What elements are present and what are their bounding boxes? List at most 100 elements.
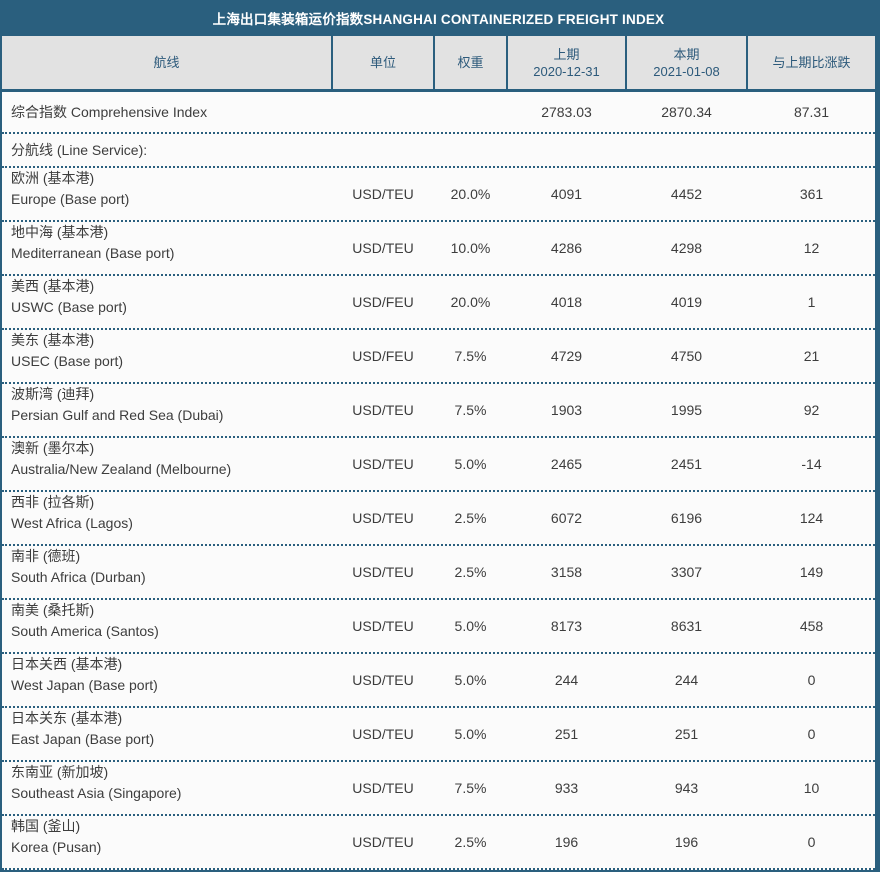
table-header-row: 航线 单位 权重 上期 2020-12-31 本期 2021-01-08 与上期…	[2, 36, 875, 92]
header-current-period: 本期 2021-01-08	[627, 36, 748, 89]
route-change-value: 10	[748, 762, 875, 814]
route-name-cn: 波斯湾 (迪拜)	[11, 384, 94, 405]
route-name-cell: 日本关西 (基本港) West Japan (Base port)	[2, 654, 333, 706]
route-current-value: 4750	[627, 330, 748, 382]
route-name-cn: 东南亚 (新加坡)	[11, 762, 108, 783]
route-change-value: 149	[748, 546, 875, 598]
route-name-cell: 波斯湾 (迪拜) Persian Gulf and Red Sea (Dubai…	[2, 384, 333, 436]
route-previous-value: 4286	[508, 222, 627, 274]
route-unit: USD/TEU	[333, 384, 435, 436]
route-current-value: 1995	[627, 384, 748, 436]
route-change-value: 0	[748, 654, 875, 706]
route-unit: USD/TEU	[333, 654, 435, 706]
route-name-cell: 南美 (桑托斯) South America (Santos)	[2, 600, 333, 652]
comprehensive-previous-value: 2783.03	[508, 92, 627, 132]
route-current-value: 244	[627, 654, 748, 706]
route-change-value: 0	[748, 816, 875, 868]
route-change-value: -14	[748, 438, 875, 490]
route-name-en: South America (Santos)	[11, 621, 159, 642]
route-weight: 20.0%	[435, 276, 508, 328]
route-unit: USD/TEU	[333, 762, 435, 814]
route-current-value: 3307	[627, 546, 748, 598]
route-name-en: Korea (Pusan)	[11, 837, 101, 858]
route-row: 地中海 (基本港) Mediterranean (Base port) USD/…	[2, 222, 875, 276]
route-name-cn: 澳新 (墨尔本)	[11, 438, 94, 459]
route-name-cell: 西非 (拉各斯) West Africa (Lagos)	[2, 492, 333, 544]
route-name-en: West Africa (Lagos)	[11, 513, 133, 534]
route-unit: USD/TEU	[333, 492, 435, 544]
route-row: 南美 (桑托斯) South America (Santos) USD/TEU …	[2, 600, 875, 654]
route-weight: 2.5%	[435, 816, 508, 868]
header-current-label: 本期	[673, 46, 699, 63]
route-weight: 7.5%	[435, 330, 508, 382]
route-name-en: USEC (Base port)	[11, 351, 123, 372]
route-name-cn: 美西 (基本港)	[11, 276, 94, 297]
route-row: 欧洲 (基本港) Europe (Base port) USD/TEU 20.0…	[2, 168, 875, 222]
route-name-cn: 地中海 (基本港)	[11, 222, 108, 243]
route-previous-value: 933	[508, 762, 627, 814]
comprehensive-unit-empty	[333, 92, 435, 132]
route-unit: USD/TEU	[333, 168, 435, 220]
route-previous-value: 1903	[508, 384, 627, 436]
route-name-cell: 南非 (德班) South Africa (Durban)	[2, 546, 333, 598]
route-current-value: 943	[627, 762, 748, 814]
route-row: 澳新 (墨尔本) Australia/New Zealand (Melbourn…	[2, 438, 875, 492]
route-unit: USD/TEU	[333, 708, 435, 760]
comprehensive-current-value: 2870.34	[627, 92, 748, 132]
header-unit: 单位	[333, 36, 435, 89]
route-row: 南非 (德班) South Africa (Durban) USD/TEU 2.…	[2, 546, 875, 600]
route-name-cell: 韩国 (釜山) Korea (Pusan)	[2, 816, 333, 868]
route-name-en: Persian Gulf and Red Sea (Dubai)	[11, 405, 223, 426]
route-row: 东南亚 (新加坡) Southeast Asia (Singapore) USD…	[2, 762, 875, 816]
route-name-cell: 东南亚 (新加坡) Southeast Asia (Singapore)	[2, 762, 333, 814]
comprehensive-change-value: 87.31	[748, 92, 875, 132]
route-previous-value: 244	[508, 654, 627, 706]
route-weight: 5.0%	[435, 600, 508, 652]
route-change-value: 0	[748, 708, 875, 760]
route-unit: USD/TEU	[333, 222, 435, 274]
header-previous-label: 上期	[553, 46, 579, 63]
route-previous-value: 251	[508, 708, 627, 760]
route-current-value: 4452	[627, 168, 748, 220]
route-change-value: 458	[748, 600, 875, 652]
route-unit: USD/FEU	[333, 276, 435, 328]
route-weight: 5.0%	[435, 654, 508, 706]
route-name-cell: 美东 (基本港) USEC (Base port)	[2, 330, 333, 382]
route-weight: 5.0%	[435, 438, 508, 490]
line-service-label: 分航线 (Line Service):	[2, 134, 875, 166]
route-change-value: 12	[748, 222, 875, 274]
route-name-cn: 韩国 (釜山)	[11, 816, 80, 837]
route-name-cn: 西非 (拉各斯)	[11, 492, 94, 513]
route-current-value: 4019	[627, 276, 748, 328]
route-change-value: 1	[748, 276, 875, 328]
route-name-cell: 地中海 (基本港) Mediterranean (Base port)	[2, 222, 333, 274]
route-change-value: 92	[748, 384, 875, 436]
line-service-section-row: 分航线 (Line Service):	[2, 134, 875, 168]
route-unit: USD/FEU	[333, 330, 435, 382]
header-previous-date: 2020-12-31	[533, 63, 600, 80]
table-title: 上海出口集装箱运价指数SHANGHAI CONTAINERIZED FREIGH…	[2, 0, 875, 36]
comprehensive-index-label: 综合指数 Comprehensive Index	[2, 92, 333, 132]
route-row: 西非 (拉各斯) West Africa (Lagos) USD/TEU 2.5…	[2, 492, 875, 546]
route-name-cell: 美西 (基本港) USWC (Base port)	[2, 276, 333, 328]
route-previous-value: 4091	[508, 168, 627, 220]
route-name-cell: 日本关东 (基本港) East Japan (Base port)	[2, 708, 333, 760]
route-name-cell: 澳新 (墨尔本) Australia/New Zealand (Melbourn…	[2, 438, 333, 490]
route-rows-container: 欧洲 (基本港) Europe (Base port) USD/TEU 20.0…	[2, 168, 875, 870]
route-previous-value: 4018	[508, 276, 627, 328]
route-row: 日本关东 (基本港) East Japan (Base port) USD/TE…	[2, 708, 875, 762]
route-name-en: Australia/New Zealand (Melbourne)	[11, 459, 231, 480]
route-current-value: 8631	[627, 600, 748, 652]
header-weight: 权重	[435, 36, 508, 89]
route-row: 美东 (基本港) USEC (Base port) USD/FEU 7.5% 4…	[2, 330, 875, 384]
route-row: 日本关西 (基本港) West Japan (Base port) USD/TE…	[2, 654, 875, 708]
route-current-value: 4298	[627, 222, 748, 274]
route-weight: 2.5%	[435, 546, 508, 598]
route-name-cn: 南美 (桑托斯)	[11, 600, 94, 621]
route-change-value: 361	[748, 168, 875, 220]
route-unit: USD/TEU	[333, 546, 435, 598]
route-name-cn: 南非 (德班)	[11, 546, 80, 567]
route-name-cn: 欧洲 (基本港)	[11, 168, 94, 189]
route-previous-value: 8173	[508, 600, 627, 652]
route-previous-value: 6072	[508, 492, 627, 544]
